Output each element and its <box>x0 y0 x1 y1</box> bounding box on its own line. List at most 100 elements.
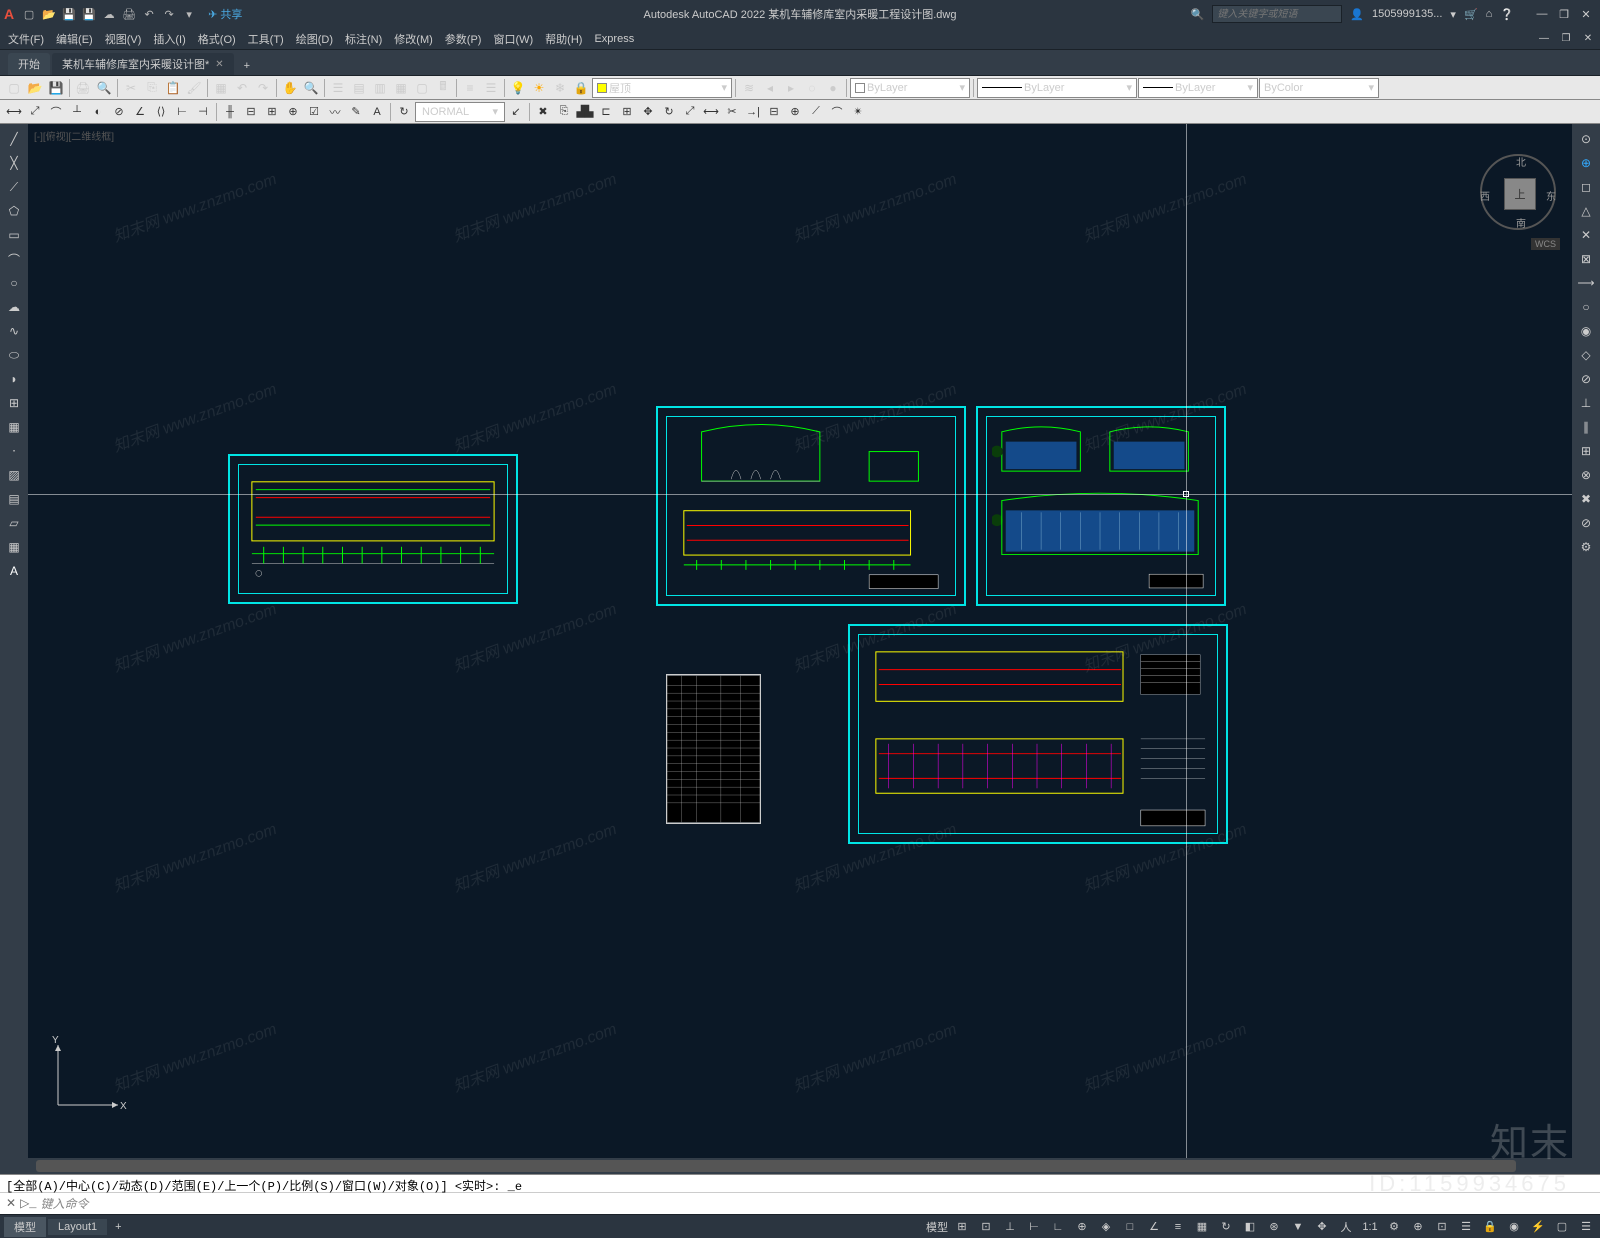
qnew-icon[interactable]: ▢ <box>4 78 24 98</box>
insert-icon[interactable]: ⊞ <box>2 392 26 414</box>
new-tab-button[interactable]: + <box>236 57 258 75</box>
polygon-icon[interactable]: ⬠ <box>2 200 26 222</box>
tab-close-icon[interactable]: ✕ <box>215 59 223 70</box>
snap-nea-icon[interactable]: ✖ <box>1574 488 1598 510</box>
minimize-button[interactable]: — <box>1532 8 1552 21</box>
snap-mid-icon[interactable]: △ <box>1574 200 1598 222</box>
move-icon[interactable]: ✥ <box>638 102 658 122</box>
dim-linear-icon[interactable]: ⟷ <box>4 102 24 122</box>
snap-per-icon[interactable]: ⊥ <box>1574 392 1598 414</box>
saveas-icon[interactable]: 💾 <box>80 5 98 23</box>
dimtedit-icon[interactable]: A <box>367 102 387 122</box>
viewport-label[interactable]: [-][俯视][二维线框] <box>34 128 114 143</box>
menu-view[interactable]: 视图(V) <box>99 29 148 49</box>
menu-dimension[interactable]: 标注(N) <box>339 29 388 49</box>
circle-icon[interactable]: ○ <box>2 272 26 294</box>
snap-qua-icon[interactable]: ◇ <box>1574 344 1598 366</box>
view-cube[interactable]: 上 北 南 东 西 <box>1480 154 1560 234</box>
lineweight-dropdown[interactable]: ByLayer ▾ <box>1138 78 1258 98</box>
rotate-icon[interactable]: ↻ <box>659 102 679 122</box>
sheet-icon[interactable]: ▦ <box>391 78 411 98</box>
share-button[interactable]: ✈ 共享 <box>208 6 242 22</box>
save-icon[interactable]: 💾 <box>60 5 78 23</box>
array-icon[interactable]: ⊞ <box>617 102 637 122</box>
copy-icon[interactable]: ⎘ <box>554 102 574 122</box>
search-icon[interactable]: 🔍 <box>1191 8 1205 21</box>
markup-icon[interactable]: ▢ <box>412 78 432 98</box>
calc-icon[interactable]: 🖩 <box>433 78 453 98</box>
offset-icon[interactable]: ⊏ <box>596 102 616 122</box>
revcloud-icon[interactable]: ☁ <box>2 296 26 318</box>
tab-drawing[interactable]: 某机车辅修库室内采暖设计图*✕ <box>52 53 234 75</box>
rect-icon[interactable]: ▭ <box>2 224 26 246</box>
gradient-icon[interactable]: ▤ <box>2 488 26 510</box>
dim-baseline-icon[interactable]: ⊢ <box>172 102 192 122</box>
block-icon[interactable]: ▦ <box>2 416 26 438</box>
snap-int-icon[interactable]: ✕ <box>1574 224 1598 246</box>
snap-set-icon[interactable]: ⚙ <box>1574 536 1598 558</box>
layer-off-icon[interactable]: ◌ <box>802 78 822 98</box>
mtext-icon[interactable]: A <box>2 560 26 582</box>
hatch-icon[interactable]: ▨ <box>2 464 26 486</box>
menu-file[interactable]: 文件(F) <box>2 29 50 49</box>
open-icon[interactable]: 📂 <box>25 78 45 98</box>
user-name[interactable]: 1505999135... <box>1372 8 1442 20</box>
snap-cen-icon[interactable]: ○ <box>1574 296 1598 318</box>
mirror-icon[interactable]: ▟▙ <box>575 102 595 122</box>
linetype-dropdown[interactable]: ByLayer ▾ <box>977 78 1137 98</box>
restore-button[interactable]: ❐ <box>1554 8 1574 21</box>
menu-format[interactable]: 格式(O) <box>192 29 242 49</box>
menu-modify[interactable]: 修改(M) <box>388 29 439 49</box>
ellipse-icon[interactable]: ⬭ <box>2 344 26 366</box>
paste-icon[interactable]: 📋 <box>163 78 183 98</box>
cart-icon[interactable]: 🛒 <box>1464 8 1478 21</box>
snap-from-icon[interactable]: ⊕ <box>1574 152 1598 174</box>
save-icon[interactable]: 💾 <box>46 78 66 98</box>
snap-ins-icon[interactable]: ⊞ <box>1574 440 1598 462</box>
doc-restore-button[interactable]: ❐ <box>1556 33 1576 44</box>
inspect-icon[interactable]: ☑ <box>304 102 324 122</box>
lock-icon[interactable]: 🔒 <box>571 78 591 98</box>
dropdown-icon[interactable]: ▾ <box>1450 8 1456 21</box>
region-icon[interactable]: ▱ <box>2 512 26 534</box>
match-icon[interactable]: 🖌 <box>184 78 204 98</box>
update-icon[interactable]: ↻ <box>394 102 414 122</box>
dim-angular-icon[interactable]: ∠ <box>130 102 150 122</box>
preview-icon[interactable]: 🔍 <box>94 78 114 98</box>
layer-prev-icon[interactable]: ◂ <box>760 78 780 98</box>
scrollbar-thumb[interactable] <box>36 1160 1516 1172</box>
plot-icon[interactable]: 🖨 <box>73 78 93 98</box>
snap-ext-icon[interactable]: ⟶ <box>1574 272 1598 294</box>
snap-nod-icon[interactable]: ⊗ <box>1574 464 1598 486</box>
layer-match-icon[interactable]: ≋ <box>739 78 759 98</box>
join-icon[interactable]: ⊕ <box>785 102 805 122</box>
jogged-icon[interactable]: 〰 <box>325 102 345 122</box>
dimstyle-icon[interactable]: ↙ <box>506 102 526 122</box>
app-logo-icon[interactable]: A <box>4 6 14 22</box>
cut-icon[interactable]: ✂ <box>121 78 141 98</box>
snap-appint-icon[interactable]: ⊠ <box>1574 248 1598 270</box>
chamfer-icon[interactable]: ⟋ <box>806 102 826 122</box>
zoom-icon[interactable]: 🔍 <box>301 78 321 98</box>
scale-icon[interactable]: ⤢ <box>680 102 700 122</box>
erase-icon[interactable]: ✖ <box>533 102 553 122</box>
menu-express[interactable]: Express <box>588 31 640 47</box>
dim-arc-icon[interactable]: ⌒ <box>46 102 66 122</box>
point-icon[interactable]: ⋅ <box>2 440 26 462</box>
freeze-icon[interactable]: ❄ <box>550 78 570 98</box>
menu-tools[interactable]: 工具(T) <box>242 29 290 49</box>
arc-icon[interactable]: ⌒ <box>2 248 26 270</box>
menu-insert[interactable]: 插入(I) <box>147 29 191 49</box>
tolerance-icon[interactable]: ⊞ <box>262 102 282 122</box>
dim-continue-icon[interactable]: ⊣ <box>193 102 213 122</box>
dimstyle-dropdown[interactable]: NORMAL ▾ <box>415 102 505 122</box>
dim-ordinate-icon[interactable]: ┴ <box>67 102 87 122</box>
pan-icon[interactable]: ✋ <box>280 78 300 98</box>
menu-parametric[interactable]: 参数(P) <box>439 29 488 49</box>
redo-icon[interactable]: ↷ <box>160 5 178 23</box>
dimedit-icon[interactable]: ✎ <box>346 102 366 122</box>
layer-mgr-icon[interactable]: ≡ <box>460 78 480 98</box>
help-icon[interactable]: ❔ <box>1500 8 1514 21</box>
ellipsearc-icon[interactable]: ◗ <box>2 368 26 390</box>
redo-icon[interactable]: ↷ <box>253 78 273 98</box>
